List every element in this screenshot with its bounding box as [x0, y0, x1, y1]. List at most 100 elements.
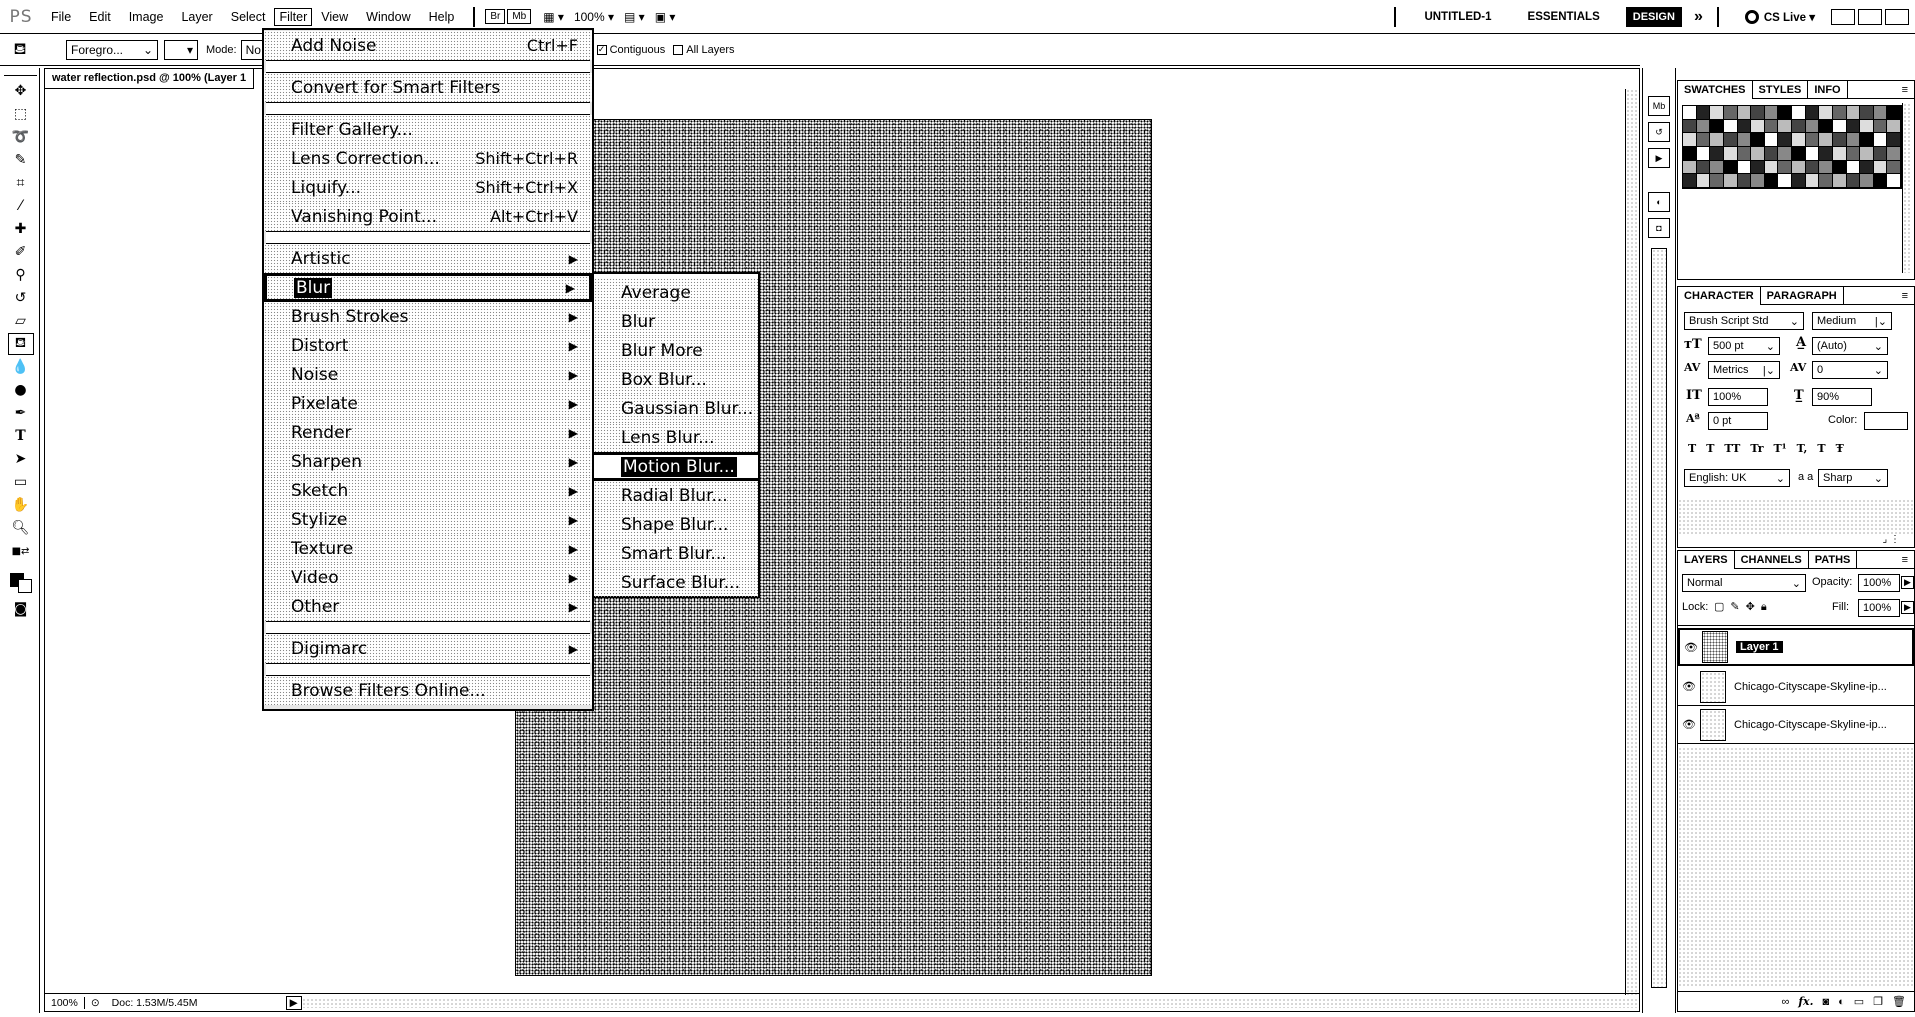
swatch-cell[interactable] [1751, 174, 1765, 188]
swatch-cell[interactable] [1819, 174, 1833, 188]
clone-stamp-tool-icon[interactable]: ⚲ [8, 264, 34, 286]
submenu-item-motion-blur[interactable]: Motion Blur... [594, 452, 758, 481]
swatch-cell[interactable] [1887, 119, 1901, 134]
vertical-scale-field[interactable]: 100% [1708, 388, 1768, 406]
menu-item-add-noise[interactable]: Add Noise Ctrl+F [264, 31, 592, 60]
font-style-select[interactable]: Medium |⌄ [1812, 312, 1892, 330]
swatch-cell[interactable] [1723, 147, 1738, 161]
swatch-cell[interactable] [1873, 133, 1888, 147]
swatch-cell[interactable] [1696, 174, 1711, 188]
eye-icon[interactable]: 👁︎ [1680, 641, 1702, 654]
tab-paragraph[interactable]: PARAGRAPH [1761, 286, 1844, 305]
tracking-field[interactable]: 0 ⌄ [1812, 361, 1888, 379]
swatch-cell[interactable] [1764, 119, 1779, 134]
swatch-cell[interactable] [1805, 174, 1820, 188]
swatch-cell[interactable] [1778, 106, 1792, 120]
swatch-cell[interactable] [1778, 133, 1792, 147]
swatch-cell[interactable] [1819, 147, 1833, 161]
minibridge-panel-icon[interactable]: Mb [1648, 96, 1670, 116]
menu-view[interactable]: View [312, 8, 357, 26]
icon-strip-scrollbar[interactable] [1651, 248, 1667, 988]
swatch-cell[interactable] [1764, 174, 1779, 188]
swatch-cell[interactable] [1860, 147, 1874, 161]
swatch-cell[interactable] [1887, 147, 1901, 161]
eye-icon[interactable]: 👁︎ [1678, 680, 1700, 693]
swatch-cell[interactable] [1683, 119, 1697, 134]
zoom-level-select[interactable]: 100% ▾ [574, 10, 614, 24]
submenu-item-average[interactable]: Average [594, 278, 758, 307]
underline-button[interactable]: T [1817, 442, 1825, 455]
menu-item-other[interactable]: Other ▶ [264, 592, 592, 621]
swatch-cell[interactable] [1751, 147, 1765, 161]
fx-icon[interactable]: fx. [1798, 995, 1813, 1008]
swatch-cell[interactable] [1764, 106, 1779, 120]
panel-resize-icon[interactable]: ⌟ ⋮ [1883, 534, 1900, 545]
tab-character[interactable]: CHARACTER [1678, 286, 1761, 305]
menu-image[interactable]: Image [120, 8, 173, 26]
swatch-cell[interactable] [1683, 133, 1697, 147]
hand-tool-icon[interactable]: ✋ [8, 494, 34, 516]
faux-bold-button[interactable]: T [1688, 442, 1696, 455]
swatch-cell[interactable] [1832, 147, 1847, 161]
swatch-cell[interactable] [1683, 174, 1697, 188]
swatch-cell[interactable] [1778, 174, 1792, 188]
fill-source-select[interactable]: Foregro... ⌄ [66, 39, 158, 60]
submenu-item-gaussian-blur[interactable]: Gaussian Blur... [594, 394, 758, 423]
vertical-scrollbar[interactable] [1625, 89, 1639, 995]
status-arrow-icon[interactable]: ▶ [285, 995, 302, 1010]
menu-file[interactable]: File [42, 8, 80, 26]
contiguous-checkbox[interactable]: ✓ Contiguous [596, 44, 665, 56]
kerning-field[interactable]: Metrics |⌄ [1708, 361, 1780, 379]
swatch-cell[interactable] [1860, 174, 1874, 188]
swatch-cell[interactable] [1696, 160, 1711, 175]
workspace-essentials[interactable]: ESSENTIALS [1510, 11, 1618, 23]
swatch-cell[interactable] [1764, 147, 1779, 161]
history-panel-icon[interactable]: ↺ [1648, 122, 1670, 142]
swatch-cell[interactable] [1832, 160, 1847, 175]
swatch-cell[interactable] [1846, 147, 1861, 161]
swatch-cell[interactable] [1751, 119, 1765, 134]
status-info-icon[interactable]: ⊙ [85, 997, 106, 1009]
swatch-cell[interactable] [1873, 174, 1888, 188]
swatch-cell[interactable] [1805, 106, 1820, 120]
subscript-button[interactable]: T, [1797, 442, 1808, 455]
marquee-tool-icon[interactable]: ⬚ [8, 103, 34, 125]
zoom-tool-icon[interactable]: 🔍︎ [8, 517, 34, 539]
swatch-cell[interactable] [1751, 160, 1765, 175]
swatch-cell[interactable] [1846, 119, 1861, 134]
menu-item-lens-correction[interactable]: Lens Correction... Shift+Ctrl+R [264, 144, 592, 173]
all-layers-checkbox[interactable]: All Layers [673, 44, 735, 56]
tab-layers[interactable]: LAYERS [1678, 550, 1735, 569]
swatch-cell[interactable] [1846, 106, 1861, 120]
path-select-tool-icon[interactable]: ➤ [8, 448, 34, 470]
submenu-item-shape-blur[interactable]: Shape Blur... [594, 510, 758, 539]
swatch-cell[interactable] [1737, 174, 1752, 188]
swatch-cell[interactable] [1778, 147, 1792, 161]
strikethrough-button[interactable]: Ŧ [1836, 442, 1844, 455]
tab-info[interactable]: INFO [1808, 80, 1848, 99]
menu-item-distort[interactable]: Distort ▶ [264, 331, 592, 360]
submenu-item-blur[interactable]: Blur [594, 307, 758, 336]
view-extras-icon[interactable]: ▦ ▾ [543, 10, 564, 24]
blend-mode-select[interactable]: Normal ⌄ [1682, 574, 1806, 592]
swatch-cell[interactable] [1696, 119, 1711, 134]
swatch-cell[interactable] [1873, 160, 1888, 175]
swatch-cell[interactable] [1751, 106, 1765, 120]
font-size-field[interactable]: 500 pt ⌄ [1708, 337, 1780, 355]
color-swatches-icon[interactable] [8, 563, 34, 597]
baseline-shift-field[interactable]: 0 pt [1708, 412, 1768, 430]
swatch-cell[interactable] [1723, 160, 1738, 175]
swatch-cell[interactable] [1696, 147, 1711, 161]
blur-tool-icon[interactable]: 💧 [8, 356, 34, 378]
screen-mode-icon[interactable]: ▣ ▾ [655, 10, 676, 24]
swatch-cell[interactable] [1710, 133, 1724, 147]
menu-item-blur[interactable]: Blur ▶ [264, 273, 592, 302]
panel-menu-icon[interactable]: ≡ [1896, 81, 1914, 99]
swatch-cell[interactable] [1846, 133, 1861, 147]
move-tool-icon[interactable]: ✥ [8, 80, 34, 102]
workspace-untitled[interactable]: UNTITLED-1 [1406, 11, 1509, 23]
menu-filter[interactable]: Filter [274, 7, 313, 26]
swatch-cell[interactable] [1778, 160, 1792, 175]
swatch-cell[interactable] [1819, 160, 1833, 175]
swatch-cell[interactable] [1710, 174, 1724, 188]
